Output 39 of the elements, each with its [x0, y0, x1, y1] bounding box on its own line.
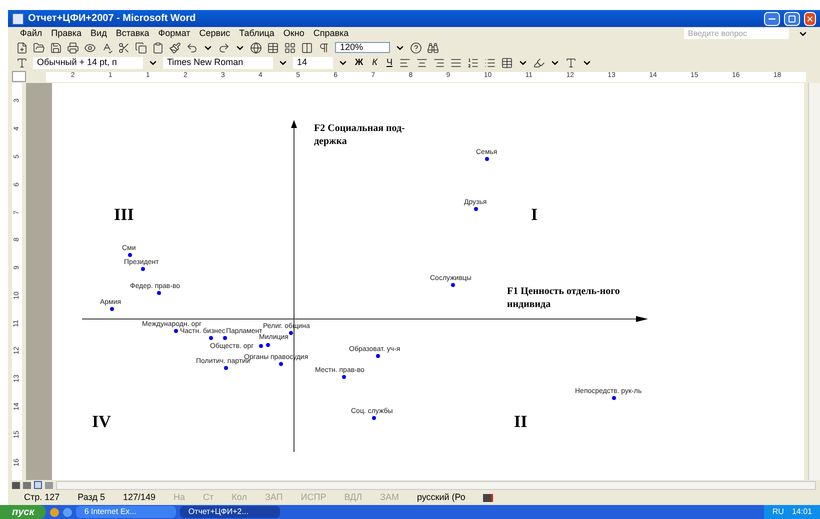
status-item: русский (Ро [416, 490, 466, 504]
underline-button[interactable]: Ч [384, 56, 394, 70]
menu-item[interactable]: Формат [158, 26, 190, 40]
quadrant-label: IV [92, 413, 111, 430]
status-item: На [174, 490, 186, 504]
menu-item[interactable]: Вид [90, 26, 107, 40]
status-item: Разд 5 [78, 490, 105, 504]
status-item: Ст [203, 490, 214, 504]
y-axis-label: F2 Социальная под-держка [314, 122, 406, 148]
menu-item[interactable]: Вставка [116, 26, 150, 40]
menu-item[interactable]: Файл [20, 26, 42, 40]
bold-button[interactable]: Ж [353, 56, 366, 70]
menu-item[interactable]: Правка [51, 26, 82, 40]
menu-item[interactable]: Окно [283, 26, 304, 40]
font-size-field[interactable]: 14 [293, 56, 333, 68]
font-field[interactable]: Times New Roman [163, 56, 273, 68]
status-item: Стр. 127 [24, 490, 60, 504]
style-field[interactable]: Обычный + 14 pt, п [33, 56, 143, 68]
quadrant-label: II [514, 413, 528, 430]
quadrant-label: I [531, 206, 538, 223]
menu-item[interactable]: Таблица [239, 26, 274, 40]
status-item: ИСПР [300, 490, 326, 504]
menu-item[interactable]: Справка [313, 26, 349, 40]
italic-button[interactable]: К [370, 56, 380, 70]
zoom-field[interactable]: 120% [335, 42, 390, 53]
status-item: 127/149 [122, 490, 156, 504]
help-search-field[interactable]: Введите вопрос [684, 28, 789, 39]
window-title: Отчет+ЦФИ+2007 - Microsoft Word [28, 12, 196, 26]
clock: 14:01 [792, 506, 812, 518]
taskbar-task[interactable]: 6 Internet Ex... [76, 506, 176, 518]
status-item: ЗАП [264, 490, 283, 504]
start-button[interactable]: пуск [0, 505, 46, 519]
status-item: ЗАМ [380, 490, 399, 504]
menu-item[interactable]: Сервис [199, 26, 230, 40]
quadrant-label: III [114, 206, 134, 223]
status-item: ВДЛ [344, 490, 362, 504]
status-item: Кол [232, 490, 247, 504]
taskbar-task[interactable]: Отчет+ЦФИ+2... [180, 506, 280, 518]
x-axis-label: F1 Ценность отдель-ного индивида [507, 285, 621, 311]
